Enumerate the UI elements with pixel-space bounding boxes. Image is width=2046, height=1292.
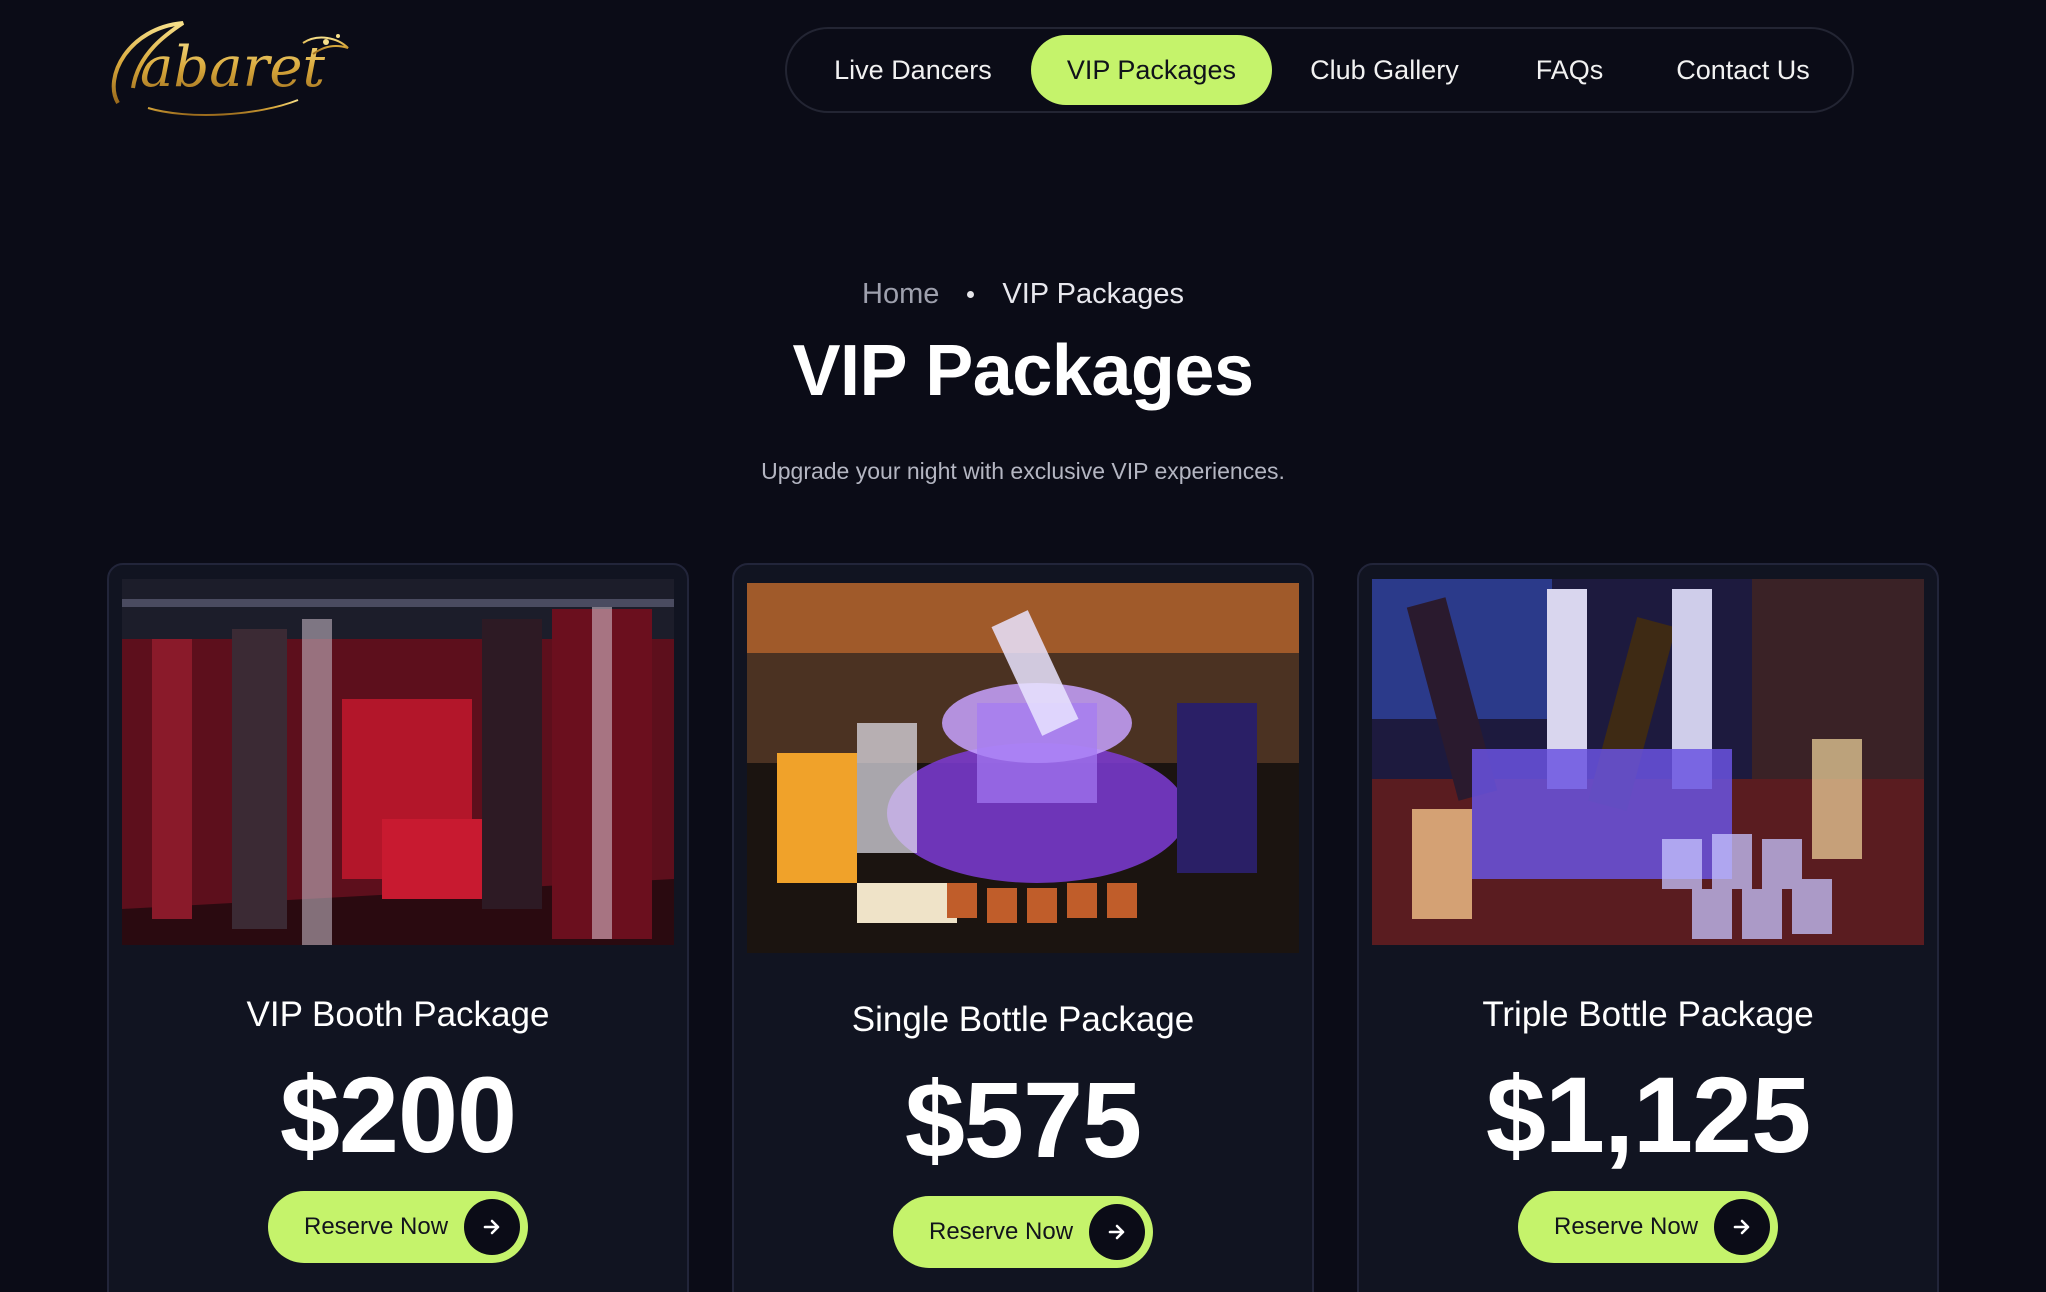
package-title: Triple Bottle Package bbox=[1482, 995, 1814, 1034]
package-card-triple-bottle: Triple Bottle Package $1,125 Reserve Now bbox=[1357, 563, 1939, 1292]
nav-vip-packages[interactable]: VIP Packages bbox=[1030, 35, 1272, 105]
nav-faqs[interactable]: FAQs bbox=[1497, 35, 1642, 105]
arrow-right-icon bbox=[464, 1199, 520, 1255]
reserve-now-button[interactable]: Reserve Now bbox=[268, 1191, 528, 1263]
main-nav: Live Dancers VIP Packages Club Gallery F… bbox=[785, 27, 1854, 113]
nav-club-gallery[interactable]: Club Gallery bbox=[1272, 35, 1497, 105]
reserve-now-label: Reserve Now bbox=[304, 1213, 449, 1240]
package-card-vip-booth: VIP Booth Package $200 Reserve Now bbox=[107, 563, 689, 1292]
reserve-now-label: Reserve Now bbox=[1554, 1213, 1699, 1240]
cabaret-logo[interactable]: abaret bbox=[98, 8, 358, 128]
page-subtitle: Upgrade your night with exclusive VIP ex… bbox=[761, 458, 1285, 484]
breadcrumb-home-link[interactable]: Home bbox=[862, 278, 939, 311]
breadcrumb-current: VIP Packages bbox=[1002, 278, 1184, 310]
breadcrumb-separator-dot bbox=[967, 291, 975, 298]
nav-live-dancers[interactable]: Live Dancers bbox=[795, 35, 1031, 105]
arrow-right-icon bbox=[1089, 1204, 1145, 1260]
arrow-right-icon bbox=[1714, 1199, 1770, 1255]
svg-text:abaret: abaret bbox=[140, 35, 326, 100]
package-title: Single Bottle Package bbox=[851, 1000, 1195, 1039]
breadcrumb: Home VIP Packages bbox=[0, 278, 2046, 311]
package-card-single-bottle: Single Bottle Package $575 Reserve Now bbox=[732, 563, 1314, 1292]
package-price: $200 bbox=[279, 1054, 517, 1175]
triple-bottle-photo bbox=[1372, 579, 1924, 945]
package-title: VIP Booth Package bbox=[246, 995, 550, 1034]
nav-contact-us[interactable]: Contact Us bbox=[1642, 35, 1844, 105]
reserve-now-button[interactable]: Reserve Now bbox=[893, 1196, 1153, 1268]
package-price: $1,125 bbox=[1485, 1054, 1811, 1175]
vip-booth-photo bbox=[122, 579, 674, 945]
cabaret-logo-art: abaret bbox=[111, 21, 349, 116]
page: abaret Live Dancers VIP Packages Club Ga… bbox=[0, 0, 2046, 1292]
page-title: VIP Packages bbox=[792, 331, 1254, 411]
single-bottle-photo bbox=[747, 583, 1299, 953]
reserve-now-button[interactable]: Reserve Now bbox=[1518, 1191, 1778, 1263]
reserve-now-label: Reserve Now bbox=[929, 1218, 1074, 1245]
package-price: $575 bbox=[904, 1059, 1142, 1180]
